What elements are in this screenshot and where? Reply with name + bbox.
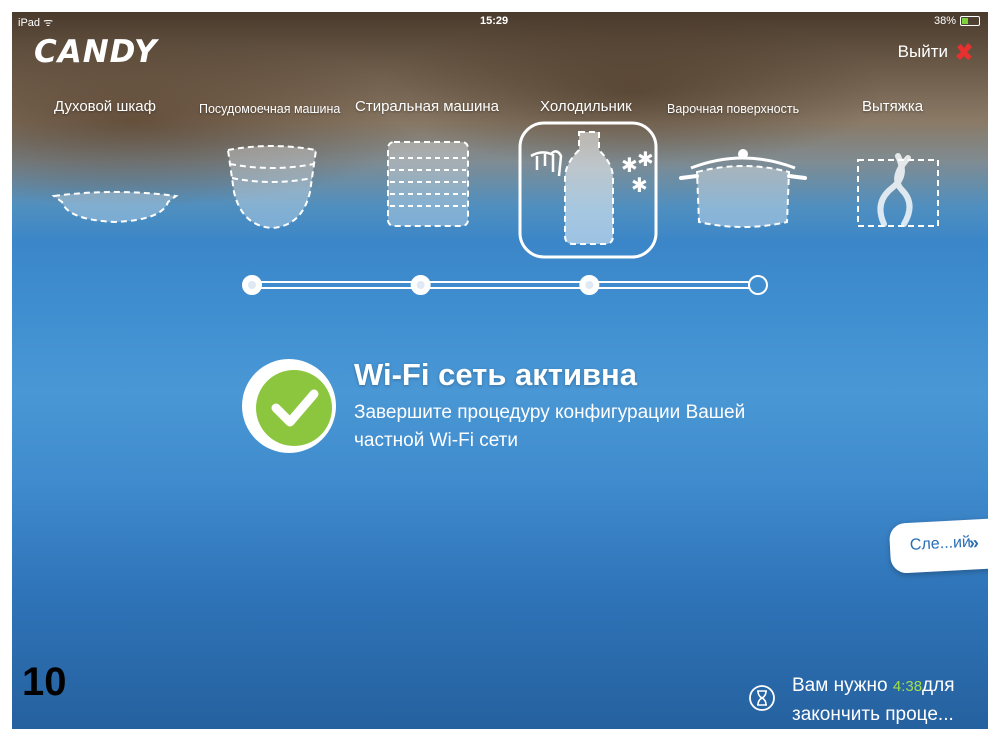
double-chevron-right-icon: » [968, 532, 980, 553]
category-label: Стиральная машина [355, 98, 499, 115]
logout-button[interactable]: Выйти [898, 42, 974, 62]
status-bar: iPad ᯤ 15:29 38% [12, 12, 988, 30]
subtitle-line: Завершите процедуру конфигурации Вашей [354, 402, 746, 423]
status-battery: 38% [934, 15, 980, 27]
category-hob[interactable]: Варочная поверхность [667, 100, 799, 118]
bowls-stack-icon[interactable] [222, 142, 322, 234]
battery-percent: 38% [933, 15, 956, 27]
timer-value: 4:38 [892, 678, 923, 695]
category-hood[interactable]: Вытяжка [862, 98, 923, 116]
cooking-pot-icon[interactable] [677, 138, 809, 234]
next-button-label: Сле...ий [909, 533, 972, 554]
plates-stack-icon[interactable] [384, 138, 472, 230]
timer-line-1: Вам нужно 4:38для [792, 672, 955, 701]
svg-text:✱: ✱ [637, 147, 654, 171]
category-oven[interactable]: Духовой шкаф [54, 98, 156, 116]
baking-dish-icon[interactable] [50, 182, 180, 232]
category-label: Вытяжка [862, 98, 924, 115]
hourglass-icon [749, 685, 775, 711]
logout-label: Выйти [897, 42, 948, 61]
progress-step-dot [248, 281, 256, 289]
subtitle-line: частной Wi-Fi сети [354, 430, 518, 451]
app-screen: iPad ᯤ 15:29 38% CANDY Выйти Духовой шка… [12, 12, 988, 729]
next-button[interactable]: Сле...ий » [888, 518, 988, 574]
close-x-icon [956, 43, 972, 60]
battery-icon [960, 16, 980, 26]
time-remaining: Вам нужно 4:38для закончить проце... [792, 672, 955, 729]
progress-step-dot [585, 281, 594, 289]
category-label: Посудомоечная машина [199, 102, 341, 116]
status-time: 15:29 [480, 15, 509, 27]
timer-line-2: закончить проце... [792, 704, 954, 725]
progress-track [242, 275, 768, 295]
page-subtitle: Завершите процедуру конфигурации Вашей ч… [354, 399, 874, 455]
timer-suffix: для [922, 675, 955, 696]
steam-icon[interactable] [854, 138, 944, 230]
category-fridge[interactable]: Холодильник [540, 98, 632, 116]
milk-bottle-icon[interactable]: ✱ ✱ ✱ [517, 120, 659, 260]
candy-logo: CANDY [34, 34, 158, 70]
step-number: 10 [22, 660, 67, 704]
category-dishwasher[interactable]: Посудомоечная машина [199, 100, 340, 118]
page-title: Wi-Fi сеть активна [354, 357, 638, 392]
status-device: iPad ᯤ [18, 17, 54, 29]
svg-text:✱: ✱ [631, 173, 648, 197]
timer-prefix: Вам нужно [792, 675, 888, 696]
category-label: Холодильник [540, 98, 632, 115]
success-check-icon [242, 359, 336, 453]
category-label: Варочная поверхность [667, 102, 800, 116]
category-washing-machine[interactable]: Стиральная машина [355, 98, 499, 116]
progress-step-pending [748, 275, 768, 295]
category-label: Духовой шкаф [54, 98, 156, 115]
progress-step-dot [416, 281, 425, 289]
